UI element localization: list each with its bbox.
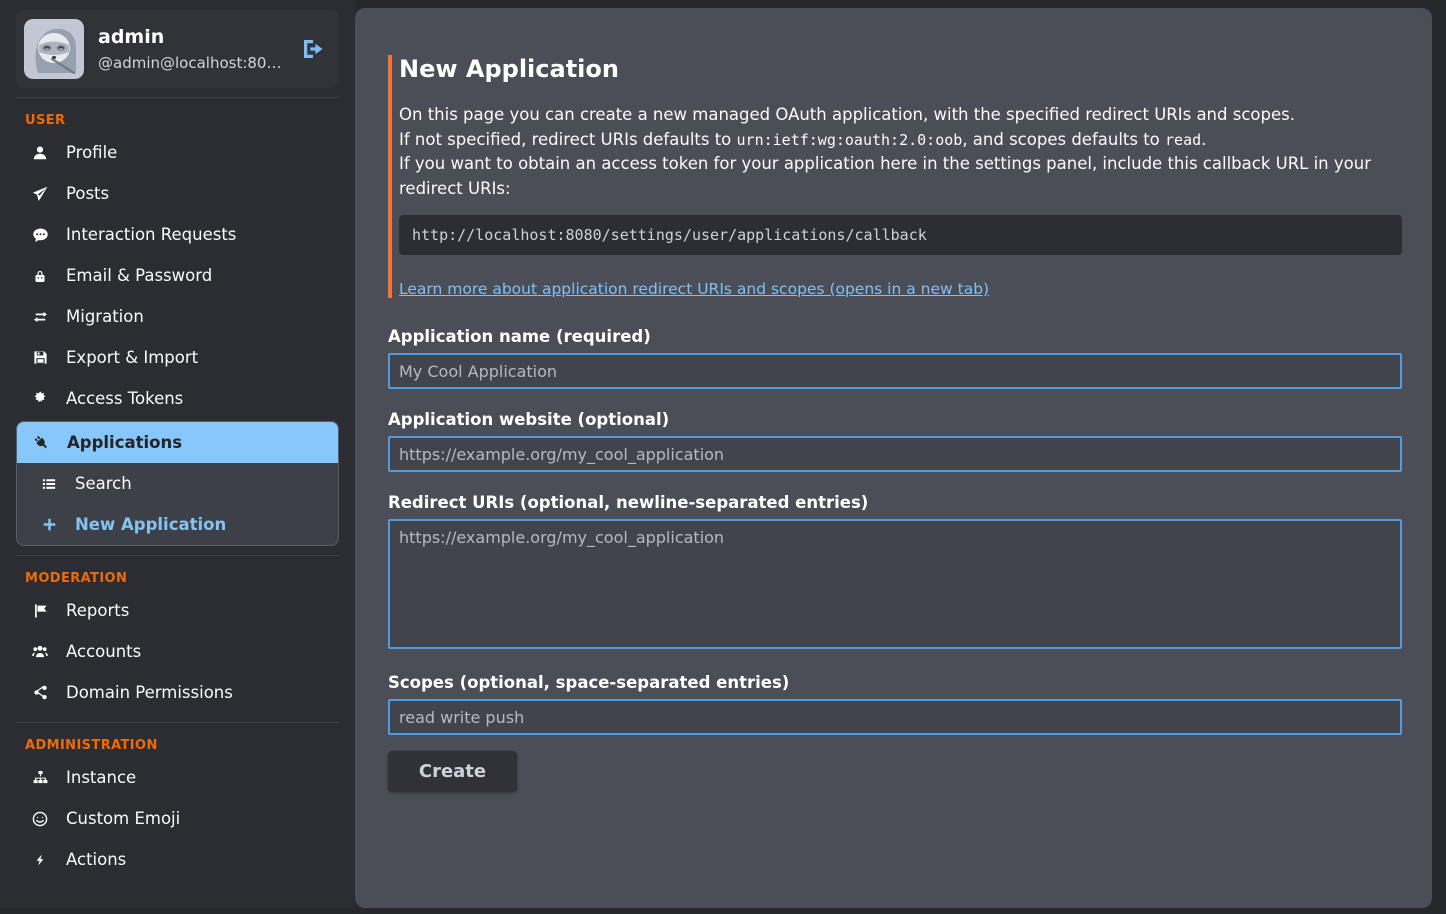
scopes-input[interactable] bbox=[388, 699, 1402, 735]
share-nodes-icon bbox=[30, 685, 50, 700]
sidebar-item-label: Interaction Requests bbox=[66, 225, 236, 244]
lock-icon bbox=[30, 268, 50, 284]
arrows-left-right-icon bbox=[30, 310, 50, 324]
paper-plane-icon bbox=[30, 186, 50, 202]
sidebar-item-label: Instance bbox=[66, 768, 136, 787]
smiley-icon bbox=[30, 811, 50, 827]
application-website-input[interactable] bbox=[388, 436, 1402, 472]
scopes-field-group: Scopes (optional, space-separated entrie… bbox=[388, 673, 1402, 735]
intro-line-3: If you want to obtain an access token fo… bbox=[399, 154, 1371, 198]
learn-more-link[interactable]: Learn more about application redirect UR… bbox=[399, 280, 989, 298]
sidebar-item-label: New Application bbox=[75, 515, 226, 534]
users-icon bbox=[30, 644, 50, 659]
callback-url-code-block: http://localhost:8080/settings/user/appl… bbox=[399, 215, 1402, 255]
sidebar-item-label: Domain Permissions bbox=[66, 683, 233, 702]
application-website-label: Application website (optional) bbox=[388, 410, 1402, 429]
application-name-field-group: Application name (required) bbox=[388, 327, 1402, 389]
sidebar-item-access-tokens[interactable]: Access Tokens bbox=[16, 378, 339, 419]
sidebar-item-label: Accounts bbox=[66, 642, 141, 661]
sidebar-item-label: Posts bbox=[66, 184, 109, 203]
sidebar-item-domain-permissions[interactable]: Domain Permissions bbox=[16, 672, 339, 713]
sidebar-item-label: Custom Emoji bbox=[66, 809, 180, 828]
sidebar-item-interaction-requests[interactable]: Interaction Requests bbox=[16, 214, 339, 255]
section-header-moderation: MODERATION bbox=[16, 565, 339, 590]
sidebar-item-new-application[interactable]: New Application bbox=[17, 504, 338, 545]
sidebar-item-email-password[interactable]: Email & Password bbox=[16, 255, 339, 296]
intro-line-2: If not specified, redirect URIs defaults… bbox=[399, 130, 1206, 149]
sidebar-item-label: Access Tokens bbox=[66, 389, 183, 408]
settings-sidebar: admin @admin@localhost:80… USER Profile … bbox=[0, 0, 355, 908]
user-name: admin bbox=[98, 26, 287, 48]
inline-code-read: read bbox=[1165, 131, 1201, 149]
sidebar-item-label: Applications bbox=[67, 433, 182, 452]
sign-out-icon[interactable] bbox=[301, 37, 329, 61]
application-name-label: Application name (required) bbox=[388, 327, 1402, 346]
comment-dots-icon bbox=[30, 227, 50, 243]
scopes-label: Scopes (optional, space-separated entrie… bbox=[388, 673, 1402, 692]
applications-submenu: Search New Application bbox=[17, 463, 338, 545]
page-title: New Application bbox=[399, 55, 1402, 83]
user-icon bbox=[30, 145, 50, 161]
user-card[interactable]: admin @admin@localhost:80… bbox=[16, 10, 339, 88]
plug-icon bbox=[31, 435, 51, 451]
sidebar-item-label: Reports bbox=[66, 601, 129, 620]
sidebar-item-label: Search bbox=[75, 474, 132, 493]
redirect-uris-textarea[interactable] bbox=[388, 519, 1402, 649]
sidebar-item-label: Email & Password bbox=[66, 266, 212, 285]
floppy-disk-icon bbox=[30, 350, 50, 365]
redirect-uris-field-group: Redirect URIs (optional, newline-separat… bbox=[388, 493, 1402, 649]
sidebar-item-reports[interactable]: Reports bbox=[16, 590, 339, 631]
sidebar-item-applications-search[interactable]: Search bbox=[17, 463, 338, 504]
section-header-administration: ADMINISTRATION bbox=[16, 732, 339, 757]
list-icon bbox=[39, 477, 59, 491]
sidebar-item-label: Actions bbox=[66, 850, 126, 869]
divider bbox=[16, 97, 339, 98]
application-website-field-group: Application website (optional) bbox=[388, 410, 1402, 472]
certificate-icon bbox=[30, 391, 50, 406]
sidebar-item-label: Profile bbox=[66, 143, 117, 162]
applications-group: Applications Search New Application bbox=[16, 421, 339, 546]
divider bbox=[16, 555, 339, 556]
redirect-uris-label: Redirect URIs (optional, newline-separat… bbox=[388, 493, 1402, 512]
sidebar-item-profile[interactable]: Profile bbox=[16, 132, 339, 173]
bolt-icon bbox=[30, 852, 50, 868]
sidebar-item-label: Migration bbox=[66, 307, 144, 326]
sidebar-item-label: Export & Import bbox=[66, 348, 198, 367]
new-application-panel: New Application On this page you can cre… bbox=[355, 8, 1432, 908]
sitemap-icon bbox=[30, 770, 50, 785]
user-handle: @admin@localhost:80… bbox=[98, 54, 287, 72]
sidebar-item-instance[interactable]: Instance bbox=[16, 757, 339, 798]
divider bbox=[16, 722, 339, 723]
sidebar-item-migration[interactable]: Migration bbox=[16, 296, 339, 337]
section-header-user: USER bbox=[16, 107, 339, 132]
sidebar-item-custom-emoji[interactable]: Custom Emoji bbox=[16, 798, 339, 839]
plus-icon bbox=[39, 517, 59, 532]
sidebar-item-posts[interactable]: Posts bbox=[16, 173, 339, 214]
create-button[interactable]: Create bbox=[388, 751, 517, 792]
sidebar-item-export-import[interactable]: Export & Import bbox=[16, 337, 339, 378]
sidebar-item-accounts[interactable]: Accounts bbox=[16, 631, 339, 672]
intro-text: On this page you can create a new manage… bbox=[399, 103, 1402, 201]
sloth-avatar bbox=[24, 19, 84, 79]
user-meta: admin @admin@localhost:80… bbox=[98, 26, 287, 72]
flag-icon bbox=[30, 603, 50, 619]
inline-code-oob: urn:ietf:wg:oauth:2.0:oob bbox=[737, 131, 963, 149]
application-name-input[interactable] bbox=[388, 353, 1402, 389]
intro-line-1: On this page you can create a new manage… bbox=[399, 105, 1295, 124]
sidebar-item-actions[interactable]: Actions bbox=[16, 839, 339, 880]
page-header: New Application On this page you can cre… bbox=[388, 55, 1402, 298]
sidebar-item-applications[interactable]: Applications bbox=[17, 422, 338, 463]
